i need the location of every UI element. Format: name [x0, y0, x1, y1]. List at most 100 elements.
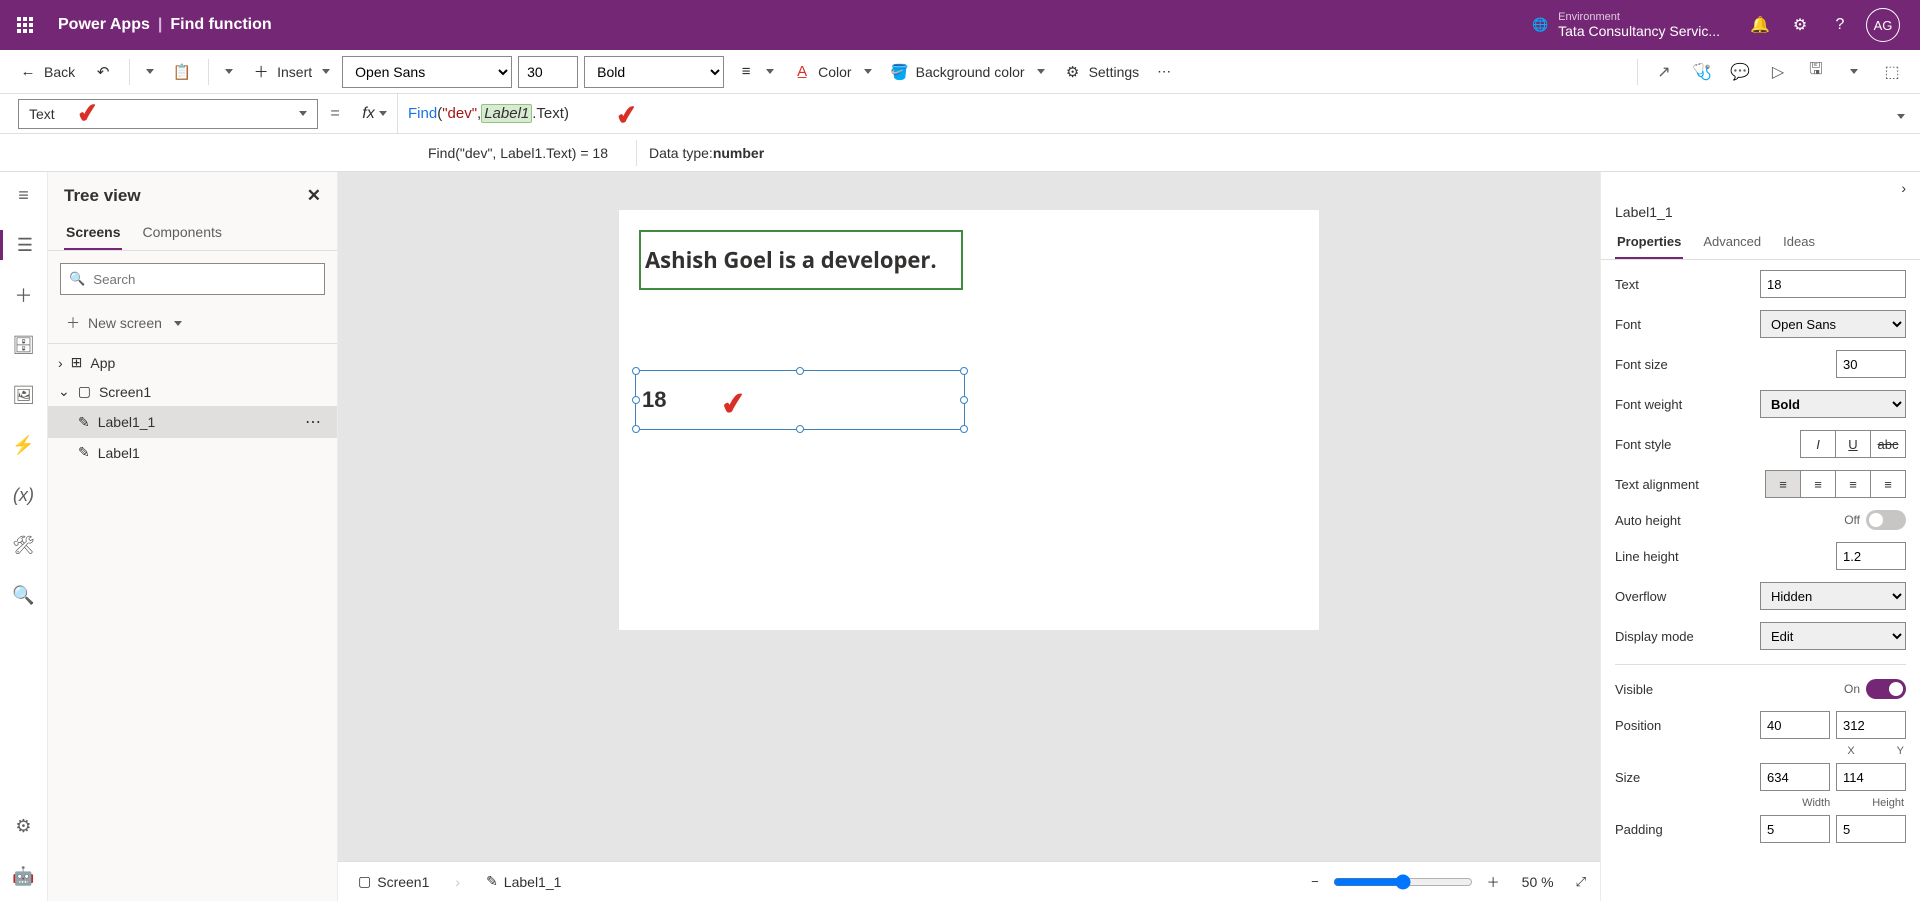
insert-tool-icon[interactable]: ＋: [0, 280, 48, 310]
save-icon[interactable]: 🖫: [1800, 56, 1832, 88]
checker-icon[interactable]: 🩺: [1686, 56, 1718, 88]
advanced-tools-icon[interactable]: 🛠: [0, 530, 48, 560]
waffle-icon[interactable]: [10, 17, 40, 33]
tab-properties[interactable]: Properties: [1615, 226, 1683, 259]
notifications-icon[interactable]: 🔔: [1740, 5, 1780, 45]
tab-components[interactable]: Components: [140, 216, 223, 250]
undo-split[interactable]: [140, 65, 160, 78]
zoom-in-button[interactable]: ＋: [1487, 872, 1500, 891]
tab-ideas[interactable]: Ideas: [1781, 226, 1817, 259]
settings-rail-icon[interactable]: ⚙: [0, 811, 48, 841]
font-select[interactable]: Open Sans: [342, 56, 512, 88]
tab-screens[interactable]: Screens: [64, 216, 122, 250]
visible-toggle[interactable]: [1866, 679, 1906, 699]
close-icon[interactable]: ✕: [307, 186, 321, 206]
breadcrumb-control[interactable]: ✎Label1_1: [480, 873, 567, 890]
resize-handle[interactable]: [632, 396, 640, 404]
prop-fontsize-input[interactable]: [1836, 350, 1906, 378]
tree-search[interactable]: 🔍: [60, 263, 325, 295]
undo-button[interactable]: ↶: [87, 59, 119, 85]
insert-button[interactable]: ＋Insert: [245, 57, 336, 86]
align-right-button[interactable]: ≡: [1835, 470, 1871, 498]
prop-pad-b[interactable]: [1836, 815, 1906, 843]
help-icon[interactable]: ?: [1820, 5, 1860, 45]
tree-node-label1-1[interactable]: ✎ Label1_1 ⋯: [48, 406, 337, 438]
prop-fontweight-select[interactable]: Bold: [1760, 390, 1906, 418]
publish-split[interactable]: [1838, 56, 1870, 88]
prop-size-w[interactable]: [1760, 763, 1830, 791]
settings-button[interactable]: ⚙Settings: [1057, 59, 1146, 85]
prop-pad-a[interactable]: [1760, 815, 1830, 843]
environment-picker[interactable]: 🌐 Environment Tata Consultancy Servic...: [1532, 11, 1720, 39]
italic-button[interactable]: I: [1800, 430, 1836, 458]
media-icon[interactable]: 🖼: [0, 380, 48, 410]
publish-icon[interactable]: ⬚: [1876, 56, 1908, 88]
fit-screen-icon[interactable]: ⤢: [1576, 874, 1586, 890]
resize-handle[interactable]: [960, 367, 968, 375]
prop-pos-x[interactable]: [1760, 711, 1830, 739]
resize-handle[interactable]: [796, 425, 804, 433]
canvas[interactable]: Ashish Goel is a developer. 18 ✔: [619, 210, 1319, 630]
tab-advanced[interactable]: Advanced: [1701, 226, 1763, 259]
canvas-area[interactable]: Ashish Goel is a developer. 18 ✔ ▢Screen…: [338, 172, 1600, 901]
control-label1-1[interactable]: 18 ✔: [635, 370, 965, 430]
zoom-slider[interactable]: [1333, 874, 1473, 890]
paste-split[interactable]: [219, 65, 239, 78]
comments-icon[interactable]: 💬: [1724, 56, 1756, 88]
settings-label: Settings: [1089, 64, 1140, 80]
properties-panel: › Label1_1 Properties Advanced Ideas Tex…: [1600, 172, 1920, 901]
prop-pos-y[interactable]: [1836, 711, 1906, 739]
resize-handle[interactable]: [796, 367, 804, 375]
prop-size-h[interactable]: [1836, 763, 1906, 791]
tree-node-label1[interactable]: ✎ Label1: [48, 438, 337, 467]
data-icon[interactable]: 🗄: [0, 330, 48, 360]
align-left-button[interactable]: ≡: [1765, 470, 1801, 498]
search-input[interactable]: [93, 272, 316, 287]
autoheight-toggle[interactable]: [1866, 510, 1906, 530]
border-button[interactable]: ≡: [730, 59, 780, 84]
resize-handle[interactable]: [632, 367, 640, 375]
prop-displaymode-select[interactable]: Edit: [1760, 622, 1906, 650]
new-screen-button[interactable]: ＋ New screen: [48, 307, 337, 339]
property-select[interactable]: Text ✔: [18, 99, 318, 129]
underline-button[interactable]: U: [1835, 430, 1871, 458]
resize-handle[interactable]: [960, 396, 968, 404]
panel-chevron-icon[interactable]: ›: [1901, 180, 1906, 196]
powerautomate-icon[interactable]: ⚡: [0, 430, 48, 460]
tree-node-screen1[interactable]: ⌄ ▢ Screen1: [48, 377, 337, 406]
more-icon[interactable]: ⋯: [305, 412, 321, 432]
back-button[interactable]: ←Back: [12, 59, 81, 84]
share-icon[interactable]: ↗: [1648, 56, 1680, 88]
virtual-agent-icon[interactable]: 🤖: [0, 861, 48, 891]
align-justify-button[interactable]: ≡: [1870, 470, 1906, 498]
tree-title: Tree view: [64, 186, 141, 206]
fx-button[interactable]: fx: [352, 94, 398, 133]
more-button[interactable]: ⋯: [1151, 59, 1177, 84]
resize-handle[interactable]: [960, 425, 968, 433]
avatar[interactable]: AG: [1866, 8, 1900, 42]
formula-input[interactable]: Find("dev", Label1.Text) ✔: [398, 104, 1882, 123]
variables-icon[interactable]: (x): [0, 480, 48, 510]
fontsize-input[interactable]: [518, 56, 578, 88]
strike-button[interactable]: abc: [1870, 430, 1906, 458]
prop-text-input[interactable]: [1760, 270, 1906, 298]
tree-view-icon[interactable]: ☰: [0, 230, 48, 260]
prop-lineheight-input[interactable]: [1836, 542, 1906, 570]
play-icon[interactable]: ▷: [1762, 56, 1794, 88]
align-center-button[interactable]: ≡: [1800, 470, 1836, 498]
color-button[interactable]: A̲Color: [786, 59, 877, 84]
tree-node-app[interactable]: › ⊞ App: [48, 348, 337, 377]
formula-expand-icon[interactable]: [1882, 106, 1920, 122]
breadcrumb-screen[interactable]: ▢Screen1: [352, 873, 435, 890]
control-label1[interactable]: Ashish Goel is a developer.: [639, 230, 963, 290]
hamburger-icon[interactable]: ≡: [0, 180, 48, 210]
fontweight-select[interactable]: Bold: [584, 56, 724, 88]
paste-button[interactable]: 📋: [166, 59, 198, 85]
zoom-out-button[interactable]: −: [1311, 874, 1319, 889]
settings-icon[interactable]: ⚙: [1780, 5, 1820, 45]
bgcolor-button[interactable]: 🪣Background color: [884, 59, 1051, 85]
prop-overflow-select[interactable]: Hidden: [1760, 582, 1906, 610]
resize-handle[interactable]: [632, 425, 640, 433]
search-tool-icon[interactable]: 🔍: [0, 580, 48, 610]
prop-font-select[interactable]: Open Sans: [1760, 310, 1906, 338]
